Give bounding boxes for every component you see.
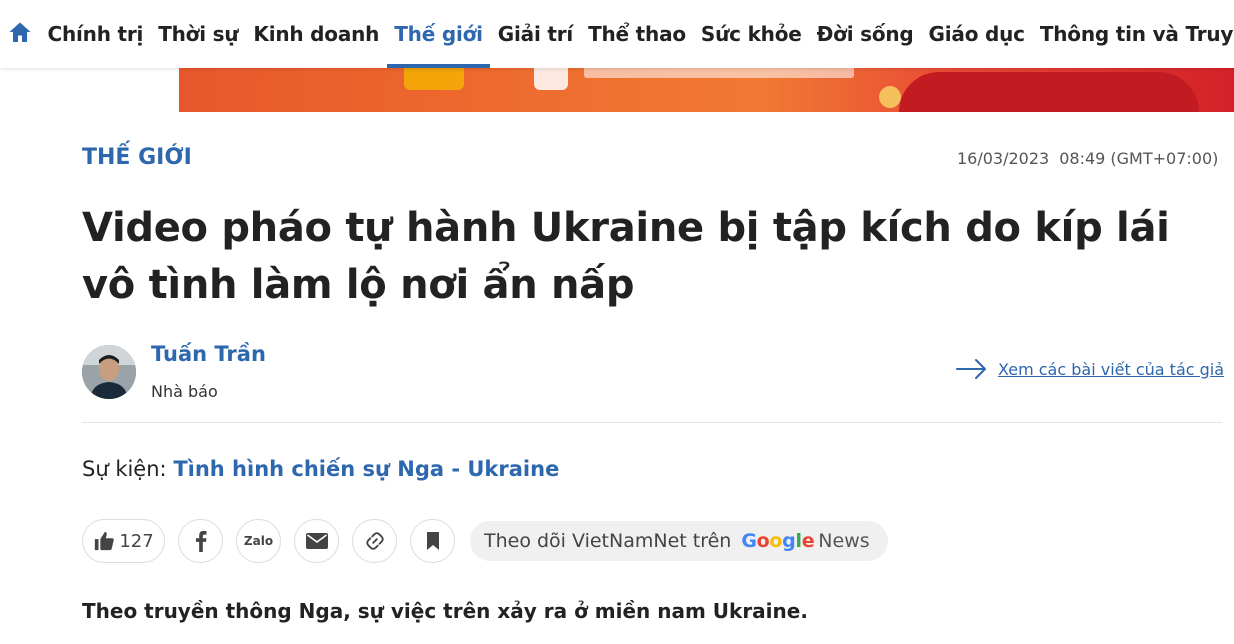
avatar-image (82, 345, 136, 399)
nav-item-thoi-su[interactable]: Thời sự (151, 0, 246, 68)
nav-item-giai-tri[interactable]: Giải trí (490, 0, 580, 68)
event-link[interactable]: Tình hình chiến sự Nga - Ukraine (173, 457, 559, 481)
link-icon (365, 532, 384, 550)
article-time: 08:49 (GMT+07:00) (1059, 149, 1219, 168)
like-count: 127 (119, 530, 154, 552)
banner-decoration (584, 68, 854, 78)
banner-decoration (534, 68, 568, 90)
thumbs-up-icon (95, 531, 115, 551)
follow-google-news-button[interactable]: Theo dõi VietNamNet trên Google News (470, 521, 888, 561)
author-articles-link[interactable]: Xem các bài viết của tác giả (956, 358, 1224, 380)
facebook-share-button[interactable] (178, 519, 223, 563)
nav-item-the-gioi[interactable]: Thế giới (386, 0, 491, 68)
article-lead: Theo truyền thông Nga, sự việc trên xảy … (82, 599, 808, 623)
nav-item-chinh-tri[interactable]: Chính trị (40, 0, 151, 68)
like-button[interactable]: 127 (82, 519, 165, 563)
author-articles-link-text[interactable]: Xem các bài viết của tác giả (998, 360, 1224, 379)
nav-item-thong-tin-truyen-thong[interactable]: Thông tin và Truyền thông (1032, 0, 1234, 68)
nav-item-the-thao[interactable]: Thể thao (581, 0, 694, 68)
event-label: Sự kiện: (82, 457, 167, 481)
divider (82, 422, 1222, 423)
zalo-share-button[interactable]: Zalo (236, 519, 281, 563)
nav-item-kinh-doanh[interactable]: Kinh doanh (246, 0, 387, 68)
author-avatar[interactable] (82, 345, 136, 399)
zalo-icon: Zalo (243, 534, 274, 548)
mail-icon (305, 533, 328, 549)
top-navigation: Chính trị Thời sự Kinh doanh Thế giới Gi… (0, 0, 1234, 68)
email-share-button[interactable] (294, 519, 339, 563)
article-date: 16/03/2023 (957, 149, 1050, 168)
google-logo: Google (741, 530, 815, 552)
author-name[interactable]: Tuấn Trần (151, 342, 266, 366)
arrow-right-icon (956, 359, 986, 379)
nav-item-doi-song[interactable]: Đời sống (809, 0, 921, 68)
banner-coin-icon (879, 86, 901, 108)
nav-menu: Chính trị Thời sự Kinh doanh Thế giới Gi… (40, 0, 1234, 68)
article-datetime: 16/03/2023 08:49 (GMT+07:00) (957, 149, 1228, 168)
share-bar: 127 Zalo Theo dõi VietNamNet trên Google… (82, 519, 888, 563)
follow-text: Theo dõi VietNamNet trên (484, 530, 732, 552)
bookmark-button[interactable] (410, 519, 455, 563)
author-role: Nhà báo (151, 382, 218, 401)
news-text: News (818, 530, 870, 552)
bookmark-icon (426, 532, 439, 550)
home-icon[interactable] (8, 20, 32, 44)
article-category[interactable]: THẾ GIỚI (82, 145, 192, 170)
nav-item-suc-khoe[interactable]: Sức khỏe (693, 0, 809, 68)
banner-decoration (899, 72, 1199, 112)
article-title: Video pháo tự hành Ukraine bị tập kích d… (82, 205, 1170, 308)
nav-item-giao-duc[interactable]: Giáo dục (921, 0, 1032, 68)
event-line: Sự kiện: Tình hình chiến sự Nga - Ukrain… (82, 457, 559, 481)
facebook-icon (195, 530, 206, 552)
banner-decoration (404, 68, 464, 90)
ad-banner[interactable] (179, 68, 1234, 112)
copy-link-button[interactable] (352, 519, 397, 563)
